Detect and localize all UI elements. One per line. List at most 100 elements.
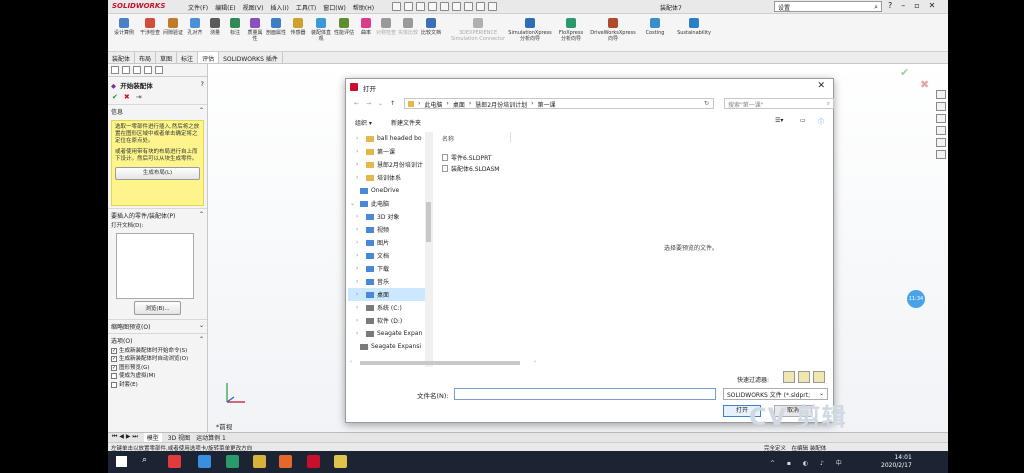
ribbon-button[interactable]: 干涉检查: [140, 18, 160, 36]
ribbon-button[interactable]: 质量属性: [246, 18, 264, 42]
ribbon-button[interactable]: SimulationXpress 分析向导: [508, 18, 552, 42]
chevron-right-icon[interactable]: ⌄: [350, 200, 357, 207]
create-layout-button[interactable]: 生成布局(L): [115, 167, 200, 180]
tree-item[interactable]: › 系统 (C:): [348, 301, 432, 314]
filename-input[interactable]: [454, 388, 716, 400]
ribbon-button[interactable]: 实体比较: [398, 18, 418, 36]
tree-item[interactable]: › 音乐: [348, 275, 432, 288]
address-bar[interactable]: › 此电脑 › 桌面 › 慧郎2月份培训计划 › 第一课: [404, 98, 714, 109]
menu-item[interactable]: 工具(T): [296, 3, 316, 12]
rebuild-icon[interactable]: [476, 2, 485, 11]
windows-start-icon[interactable]: [116, 456, 127, 467]
taskbar-solidworks-icon[interactable]: [307, 455, 320, 468]
column-name[interactable]: 名称: [442, 136, 454, 143]
tree-item[interactable]: Seagate Expansi: [348, 340, 432, 353]
option-checkbox[interactable]: 封套(E): [108, 381, 207, 390]
search-icon[interactable]: ⌕: [827, 100, 830, 108]
save-icon[interactable]: [428, 2, 437, 11]
up-icon[interactable]: ↑: [390, 100, 395, 107]
design-library-icon[interactable]: [936, 102, 946, 111]
confirm-corner-cancel-icon[interactable]: ✖: [920, 78, 929, 91]
ribbon-button[interactable]: 传感器: [288, 18, 308, 36]
cancel-icon[interactable]: ✖: [124, 93, 130, 101]
view-mode-icon[interactable]: ☰▾: [775, 117, 783, 124]
menu-item[interactable]: 窗口(W): [323, 3, 346, 12]
chevron-right-icon[interactable]: ›: [356, 135, 363, 142]
tree-item[interactable]: › ball headed bo: [348, 132, 432, 145]
ribbon-button[interactable]: DriveWorksXpress 向导: [590, 18, 636, 42]
ribbon-button[interactable]: 性能评估: [334, 18, 354, 36]
tree-scrollbar[interactable]: [425, 132, 432, 367]
home-icon[interactable]: [392, 2, 401, 11]
resources-icon[interactable]: [936, 90, 946, 99]
ribbon-button[interactable]: 3DEXPERIENCE Simulation Connector: [450, 18, 506, 42]
breadcrumb-item[interactable]: 第一课: [537, 100, 555, 109]
menu-item[interactable]: 编辑(E): [215, 3, 235, 12]
ribbon-button[interactable]: 装配体直观: [311, 18, 331, 42]
tab[interactable]: 标注: [177, 52, 199, 63]
tree-item[interactable]: ⌄ 此电脑: [348, 197, 432, 210]
file-explorer-icon[interactable]: [936, 114, 946, 123]
minimize-icon[interactable]: –: [901, 1, 905, 10]
ribbon-button[interactable]: 比较文档: [420, 18, 442, 36]
preview-pane-icon[interactable]: ▭: [800, 117, 806, 124]
ribbon-button[interactable]: 剖面属性: [266, 18, 286, 36]
tree-item[interactable]: › 图片: [348, 236, 432, 249]
bottom-tab[interactable]: 模型: [143, 433, 162, 442]
taskbar-app-icon[interactable]: [168, 455, 181, 468]
menu-item[interactable]: 帮助(H): [353, 3, 374, 12]
tree-item[interactable]: › 文档: [348, 249, 432, 262]
thumbnail-section-header[interactable]: 缩略图预览(O) ⌄: [108, 318, 207, 333]
checkbox[interactable]: [111, 373, 117, 379]
taskbar-search-icon[interactable]: ⌕: [142, 455, 147, 465]
menu-item[interactable]: 视图(V): [243, 3, 264, 12]
chevron-right-icon[interactable]: ›: [356, 252, 363, 259]
recent-icon[interactable]: ⌄: [378, 100, 383, 107]
tab[interactable]: 布局: [135, 52, 157, 63]
bottom-tab[interactable]: 3D 视图: [168, 433, 190, 442]
undo-icon[interactable]: [452, 2, 461, 11]
taskbar-app-icon[interactable]: [279, 455, 292, 468]
chevron-right-icon[interactable]: ›: [356, 148, 363, 155]
ok-icon[interactable]: ✔: [112, 93, 118, 101]
clock[interactable]: 14:01 2020/2/17: [881, 454, 912, 470]
checkbox[interactable]: ✓: [111, 364, 117, 371]
feature-tree-tab-icon[interactable]: [111, 66, 119, 74]
file-row[interactable]: 零件6.SLDPRT: [442, 152, 499, 163]
chevron-right-icon[interactable]: ›: [356, 317, 363, 324]
chevron-right-icon[interactable]: ›: [356, 213, 363, 220]
option-checkbox[interactable]: 使成为虚拟(M): [108, 372, 207, 381]
breadcrumb-item[interactable]: 桌面: [453, 100, 465, 109]
ribbon-button[interactable]: Sustainability: [674, 18, 714, 36]
menu-item[interactable]: 文件(F): [188, 3, 208, 12]
tree-item[interactable]: › Seagate Expan: [348, 327, 432, 340]
ribbon-button[interactable]: 曲率: [358, 18, 374, 36]
confirm-corner-ok-icon[interactable]: ✔: [900, 66, 909, 79]
chevron-right-icon[interactable]: ›: [356, 161, 363, 168]
forward-icon[interactable]: →: [366, 100, 371, 107]
tab[interactable]: 评估: [198, 52, 220, 63]
menu-item[interactable]: 插入(I): [270, 3, 288, 12]
ribbon-button[interactable]: 测量: [206, 18, 224, 36]
dialog-close-icon[interactable]: ✕: [817, 81, 825, 91]
organize-menu[interactable]: 组织 ▾: [355, 118, 372, 127]
option-checkbox[interactable]: ✓ 生成新装配体时开始命令(S): [108, 347, 207, 356]
parts-section-header[interactable]: 要插入的零件/装配体(P) ⌃: [108, 208, 207, 222]
ribbon-button[interactable]: 设计算例: [112, 18, 136, 36]
breadcrumb-item[interactable]: 慧郎2月份培训计划: [475, 100, 527, 109]
ribbon-button[interactable]: 孔对齐: [186, 18, 204, 36]
custom-properties-icon[interactable]: [936, 150, 946, 159]
collapse-icon[interactable]: ⌃: [199, 211, 204, 220]
tree-item[interactable]: › 软件 (D:): [348, 314, 432, 327]
options-icon[interactable]: [488, 2, 497, 11]
filter-drawings-icon[interactable]: [813, 371, 825, 383]
chevron-right-icon[interactable]: ›: [356, 226, 363, 233]
option-checkbox[interactable]: ✓ 生成新装配体时自动浏览(O): [108, 355, 207, 364]
options-section-header[interactable]: 选项(O) ⌃: [108, 332, 207, 347]
tree-item[interactable]: › 3D 对象: [348, 210, 432, 223]
browse-button[interactable]: 浏览(B)...: [134, 300, 181, 315]
refresh-icon[interactable]: ↻: [704, 100, 709, 107]
tab[interactable]: 草图: [156, 52, 178, 63]
system-tray[interactable]: ^ ▪ ◐ ♪ 中: [770, 458, 847, 467]
tab[interactable]: SOLIDWORKS 插件: [219, 52, 283, 63]
